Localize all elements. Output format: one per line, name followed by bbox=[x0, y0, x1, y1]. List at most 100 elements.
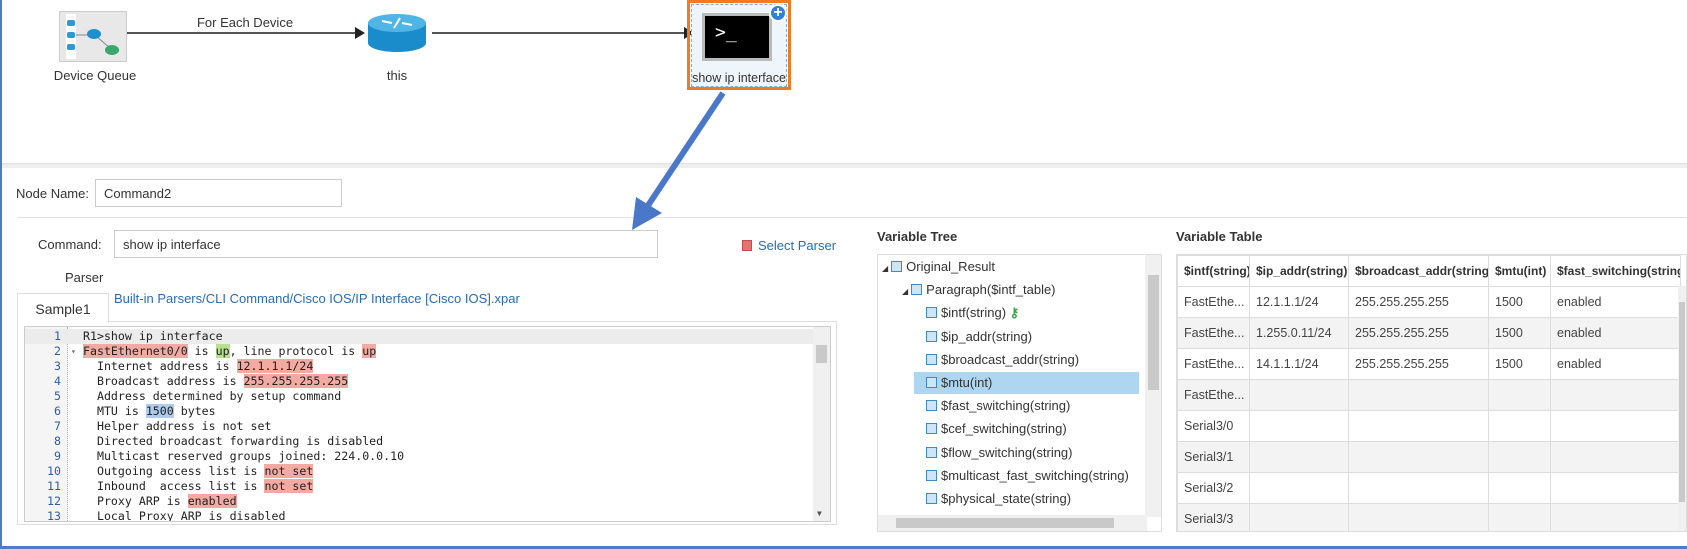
editor-scrollbar[interactable]: ▼ bbox=[813, 327, 830, 521]
node-label: Device Queue bbox=[53, 68, 137, 83]
tree-item[interactable]: $ip_addr(string) bbox=[926, 326, 1032, 348]
code-text: FastEthernet0/0 is up, line protocol is … bbox=[83, 344, 377, 359]
highlighted-token: up bbox=[362, 344, 377, 358]
code-token: Internet address is bbox=[83, 359, 237, 373]
table-cell bbox=[1488, 379, 1551, 411]
table-cell: Serial3/1 bbox=[1177, 441, 1250, 473]
line-number: 13 bbox=[47, 509, 61, 522]
table-cell: 1500 bbox=[1488, 286, 1551, 318]
column-header[interactable]: $ip_addr(string) bbox=[1249, 255, 1349, 287]
tree-item[interactable]: $multicast_fast_switching(string) bbox=[926, 465, 1129, 487]
code-text: MTU is 1500 bytes bbox=[83, 404, 216, 419]
tree-horizontal-scrollbar[interactable] bbox=[878, 515, 1147, 531]
code-token: Proxy ARP is bbox=[83, 494, 188, 508]
scroll-down-icon[interactable]: ▼ bbox=[817, 509, 822, 518]
highlighted-token: not set bbox=[264, 464, 314, 478]
tree-item-label: $intf(string) bbox=[941, 305, 1007, 321]
tree-item[interactable]: $fast_switching(string) bbox=[926, 395, 1070, 417]
add-icon[interactable]: + bbox=[769, 4, 787, 22]
router-icon bbox=[368, 14, 426, 52]
column-header[interactable]: $mtu(int) bbox=[1488, 255, 1551, 287]
table-cell: enabled bbox=[1550, 317, 1681, 349]
table-cell: FastEthe... bbox=[1177, 379, 1250, 411]
tree-item-label: $multicast_fast_switching(string) bbox=[941, 467, 1129, 483]
expand-icon[interactable]: ◢ bbox=[882, 264, 888, 273]
expand-icon[interactable]: ◢ bbox=[902, 287, 908, 296]
code-text: Internet address is 12.1.1.1/24 bbox=[83, 359, 314, 374]
table-cell bbox=[1249, 503, 1349, 531]
tree-vertical-scrollbar[interactable] bbox=[1145, 255, 1161, 517]
table-cell: 12.1.1.1/24 bbox=[1249, 286, 1349, 318]
table-row[interactable]: FastEthe... 12.1.1.1/24 255.255.255.255 150… bbox=[1177, 286, 1681, 318]
code-editor[interactable]: 1 R1>show ip interface 2 ▾ FastEthernet0/0 i… bbox=[24, 326, 831, 522]
highlighted-token: 255.255.255.255 bbox=[243, 374, 349, 388]
column-header[interactable]: $intf(string) bbox=[1177, 255, 1250, 287]
table-cell: Serial3/0 bbox=[1177, 410, 1250, 442]
parser-icon bbox=[742, 240, 752, 251]
panel-divider[interactable] bbox=[2, 163, 1687, 168]
table-row[interactable]: Serial3/2 bbox=[1177, 472, 1681, 504]
table-cell: 1500 bbox=[1488, 317, 1551, 349]
tree-item-label: $flow_switching(string) bbox=[941, 444, 1073, 460]
table-cell bbox=[1348, 410, 1489, 442]
table-cell bbox=[1488, 410, 1551, 442]
line-number: 5 bbox=[54, 389, 61, 403]
tree-item-label: Original_Result bbox=[906, 259, 996, 274]
code-text: Proxy ARP is enabled bbox=[83, 494, 237, 509]
table-row[interactable]: Serial3/3 bbox=[1177, 503, 1681, 531]
tree-item[interactable]: ◢ Original_Result bbox=[882, 256, 995, 278]
node-label: show ip interface bbox=[692, 71, 786, 85]
select-parser-button[interactable]: Select Parser bbox=[742, 238, 836, 253]
command-input[interactable]: show ip interface bbox=[114, 230, 658, 258]
tab-sample1[interactable]: Sample1 bbox=[17, 293, 109, 323]
code-line: 7 Helper address is not set bbox=[25, 419, 830, 434]
code-line: 10 Outgoing access list is not set bbox=[25, 464, 830, 479]
table-row[interactable]: FastEthe... 1.255.0.11/24 255.255.255.255 1… bbox=[1177, 317, 1681, 349]
line-number: 8 bbox=[54, 434, 61, 448]
node-name-input[interactable]: Command2 bbox=[95, 179, 342, 207]
node-show-ip-interface[interactable]: >_ + show ip interface bbox=[687, 0, 791, 90]
line-number: 12 bbox=[47, 494, 61, 508]
tree-item[interactable]: $mtu(int) bbox=[914, 372, 1139, 394]
line-number: 7 bbox=[54, 419, 61, 433]
node-this[interactable] bbox=[366, 13, 428, 53]
code-token: Helper address is not set bbox=[83, 419, 272, 433]
table-row[interactable]: Serial3/1 bbox=[1177, 441, 1681, 473]
tree-item[interactable]: $broadcast_addr(string) bbox=[926, 349, 1079, 371]
tree-item[interactable]: $intf(string) ⚷ bbox=[926, 302, 1019, 324]
code-text: R1>show ip interface bbox=[83, 329, 223, 344]
code-line: 13 Local Proxy ARP is disabled bbox=[25, 509, 830, 522]
node-label: this bbox=[386, 68, 408, 83]
table-cell bbox=[1550, 503, 1681, 531]
line-number: 3 bbox=[54, 359, 61, 373]
code-line: 1 R1>show ip interface bbox=[25, 329, 830, 344]
parser-label: Parser bbox=[65, 270, 104, 285]
tree-item[interactable]: ◢ Paragraph($intf_table) bbox=[902, 279, 1056, 301]
column-header[interactable]: $broadcast_addr(string) bbox=[1348, 255, 1489, 287]
node-device-queue[interactable] bbox=[59, 11, 127, 62]
parser-path-link[interactable]: Built-in Parsers/CLI Command/Cisco IOS/I… bbox=[114, 291, 520, 306]
highlighted-token: 12.1.1.1/24 bbox=[236, 359, 314, 373]
table-cell: 1.255.0.11/24 bbox=[1249, 317, 1349, 349]
tree-item[interactable]: $cef_switching(string) bbox=[926, 418, 1067, 440]
column-header[interactable]: $fast_switching(string) bbox=[1550, 255, 1681, 287]
table-cell bbox=[1348, 379, 1489, 411]
workflow-canvas[interactable]: Device Queue For Each Device this >_ + s… bbox=[2, 0, 1687, 163]
tree-item-label: $cef_switching(string) bbox=[941, 421, 1067, 437]
table-cell bbox=[1249, 472, 1349, 504]
tree-item[interactable]: $flow_switching(string) bbox=[926, 442, 1073, 464]
fold-icon[interactable]: ▾ bbox=[71, 344, 76, 359]
table-row[interactable]: Serial3/0 bbox=[1177, 410, 1681, 442]
table-row[interactable]: FastEthe... bbox=[1177, 379, 1681, 411]
table-cell bbox=[1249, 379, 1349, 411]
tree-item[interactable]: $physical_state(string) bbox=[926, 488, 1071, 510]
variable-icon bbox=[926, 400, 937, 412]
highlighted-token: not set bbox=[264, 479, 314, 493]
variable-icon bbox=[926, 377, 937, 388]
table-cell bbox=[1550, 410, 1681, 442]
code-line: 9 Multicast reserved groups joined: 224.… bbox=[25, 449, 830, 464]
variable-tree: ◢ Original_Result ◢ Paragraph($intf_table) $… bbox=[877, 254, 1162, 532]
table-scrollbar[interactable] bbox=[1678, 286, 1686, 531]
table-row[interactable]: FastEthe... 14.1.1.1/24 255.255.255.255 150… bbox=[1177, 348, 1681, 380]
table-cell bbox=[1348, 441, 1489, 473]
